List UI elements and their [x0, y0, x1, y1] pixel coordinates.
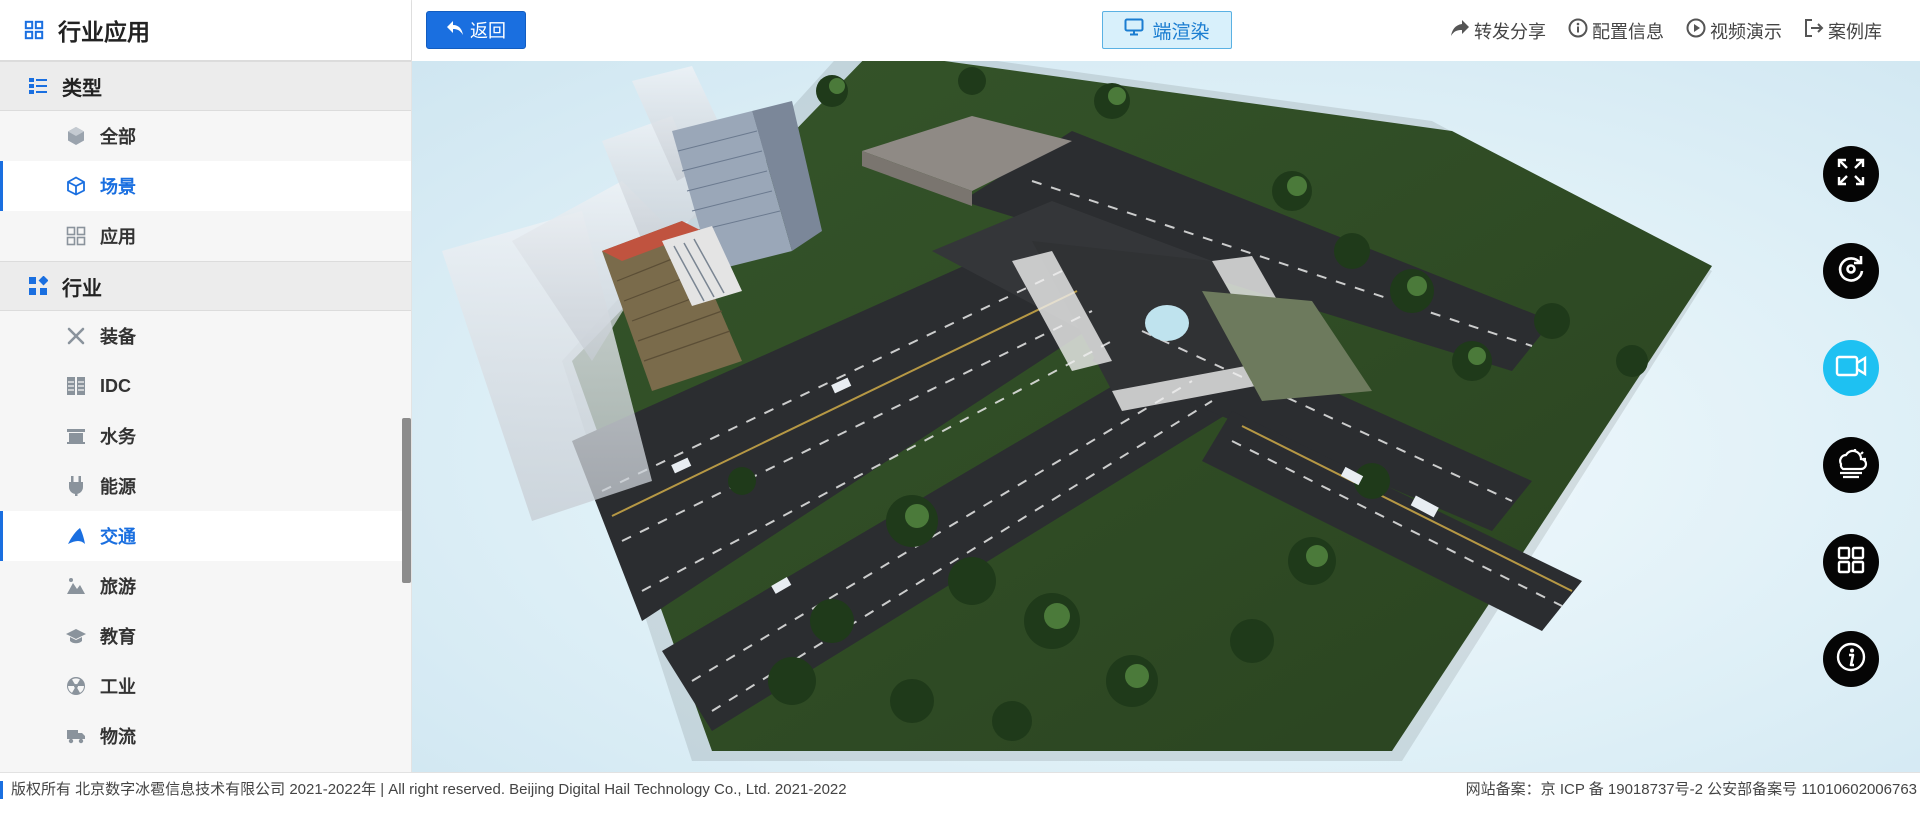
cube-solid-icon	[66, 126, 86, 146]
render-mode-button[interactable]: 端渲染	[1102, 11, 1232, 49]
list-icon	[28, 76, 48, 96]
sidebar-item-logistics[interactable]: 物流	[0, 711, 411, 761]
weather-icon	[1834, 447, 1868, 484]
graduation-cap-icon	[66, 626, 86, 646]
cube-outline-icon	[66, 176, 86, 196]
tools-icon	[66, 326, 86, 346]
video-demo-link[interactable]: 视频演示	[1686, 18, 1782, 44]
monitor-icon	[1124, 18, 1144, 42]
share-link[interactable]: 转发分享	[1450, 18, 1546, 44]
camera-button[interactable]	[1823, 340, 1879, 396]
water-icon	[66, 426, 86, 446]
group-label: 行业	[62, 277, 102, 300]
city-scene-render	[442, 61, 1712, 761]
sidebar-item-industry[interactable]: 工业	[0, 661, 411, 711]
weather-button[interactable]	[1823, 437, 1879, 493]
top-toolbar: 返回 端渲染 转发分享 配置信息 视频演示 案例库	[412, 0, 1920, 61]
top-nav: 转发分享 配置信息 视频演示 案例库	[1450, 0, 1882, 61]
layout-grid-icon	[1836, 545, 1866, 580]
share-icon	[1450, 19, 1470, 42]
info-icon	[1835, 641, 1867, 678]
icp-record[interactable]: 网站备案：京 ICP 备 19018737号-2 公安部备案号 11010602…	[1466, 781, 1917, 799]
sidebar-item-idc[interactable]: IDC	[0, 361, 411, 411]
plug-icon	[66, 476, 86, 496]
info-circle-icon	[1568, 18, 1588, 43]
grid-icon	[24, 20, 44, 40]
group-label: 类型	[62, 77, 102, 100]
render-label: 端渲染	[1152, 21, 1210, 43]
sidebar-item-equipment[interactable]: 装备	[0, 311, 411, 361]
truck-icon	[66, 726, 86, 746]
reset-view-icon	[1836, 254, 1866, 289]
radiation-icon	[66, 676, 86, 696]
config-info-link[interactable]: 配置信息	[1568, 18, 1664, 44]
sidebar-item-water[interactable]: 水务	[0, 411, 411, 461]
sidebar-scrollbar[interactable]	[402, 418, 411, 583]
apps-icon	[28, 276, 48, 296]
sidebar-item-all[interactable]: 全部	[0, 111, 411, 161]
server-icon	[66, 376, 86, 396]
road-icon	[66, 526, 86, 546]
reset-view-button[interactable]	[1823, 243, 1879, 299]
fullscreen-icon	[1836, 157, 1866, 192]
fullscreen-button[interactable]	[1823, 146, 1879, 202]
info-button[interactable]	[1823, 631, 1879, 687]
layout-grid-button[interactable]	[1823, 534, 1879, 590]
sidebar-item-app[interactable]: 应用	[0, 211, 411, 261]
sidebar-item-education[interactable]: 教育	[0, 611, 411, 661]
sidebar-item-energy[interactable]: 能源	[0, 461, 411, 511]
camera-icon	[1835, 353, 1867, 384]
footer: 版权所有 北京数字冰雹信息技术有限公司 2021-2022年 | All rig…	[0, 772, 1920, 824]
copyright-text: 版权所有 北京数字冰雹信息技术有限公司 2021-2022年 | All rig…	[0, 781, 847, 799]
back-label: 返回	[470, 21, 506, 41]
mountain-icon	[66, 576, 86, 596]
app-grid-icon	[66, 226, 86, 246]
group-type[interactable]: 类型	[0, 61, 411, 111]
sidebar-title: 行业应用	[58, 19, 150, 45]
case-library-link[interactable]: 案例库	[1804, 18, 1882, 44]
sidebar: 行业应用 类型 全部 场景 应用 行业 装备 IDC 水务 能源 交通 旅游 教…	[0, 0, 412, 772]
sidebar-item-scene[interactable]: 场景	[0, 161, 411, 211]
group-industry[interactable]: 行业	[0, 261, 411, 311]
sidebar-header: 行业应用	[0, 0, 411, 61]
scene-viewport[interactable]	[412, 61, 1920, 772]
play-circle-icon	[1686, 18, 1706, 43]
reply-arrow-icon	[446, 20, 464, 41]
sidebar-item-tourism[interactable]: 旅游	[0, 561, 411, 611]
logout-icon	[1804, 18, 1824, 43]
sidebar-item-traffic[interactable]: 交通	[0, 511, 411, 561]
back-button[interactable]: 返回	[426, 11, 526, 49]
